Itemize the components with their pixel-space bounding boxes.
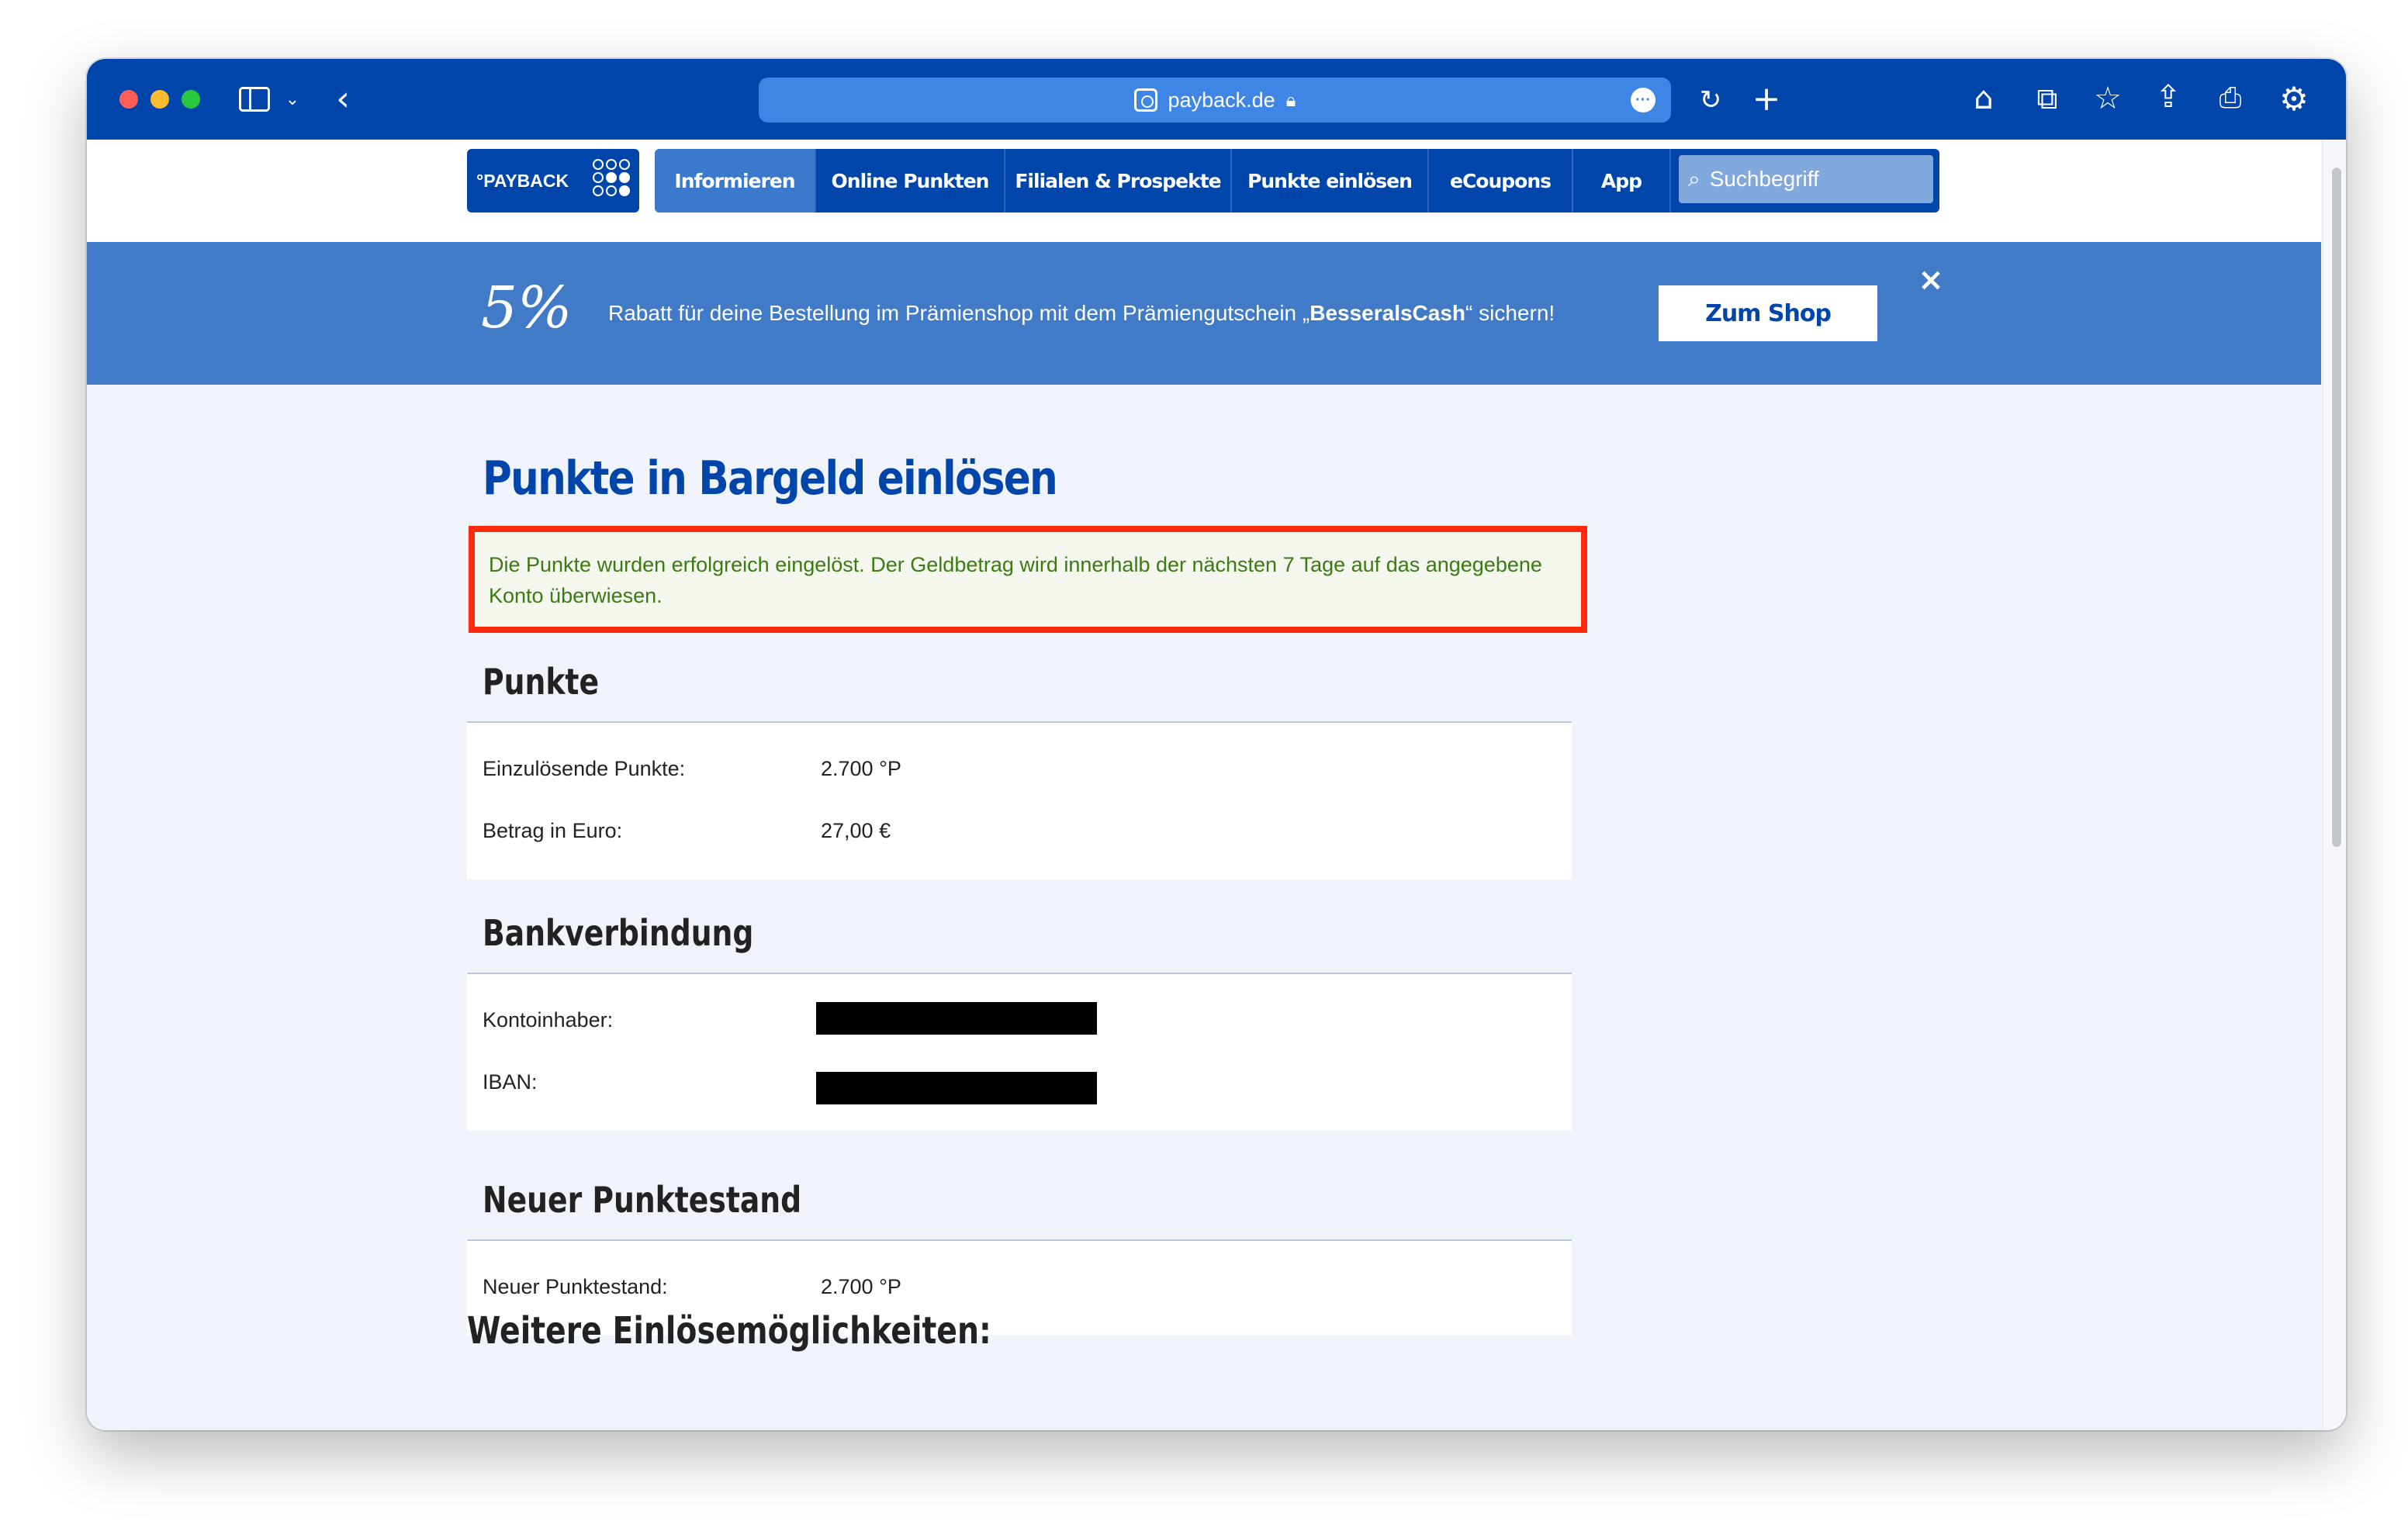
address-bar[interactable]: payback.de 🔒︎ ··· <box>759 78 1671 123</box>
search-icon: ⌕ <box>1688 166 1700 192</box>
search-placeholder: Suchbegriff <box>1709 167 1819 191</box>
lock-icon: 🔒︎ <box>1285 89 1296 111</box>
row-label-account-holder: Kontoinhaber: <box>483 1008 614 1032</box>
scroll-thumb[interactable] <box>2332 168 2341 847</box>
home-icon[interactable]: ⌂ <box>1963 76 2005 121</box>
logo-dots-icon <box>593 159 630 196</box>
payback-logo[interactable]: °PAYBACK <box>467 149 639 213</box>
row-label-amount: Betrag in Euro: <box>483 819 623 842</box>
logo-text: °PAYBACK <box>476 170 569 191</box>
nav-item-informieren[interactable]: Informieren <box>655 149 816 213</box>
row-label-points: Einzulösende Punkte: <box>483 757 686 780</box>
share-icon[interactable]: ⇪ <box>2147 74 2189 119</box>
gear-icon[interactable]: ⚙ <box>2271 76 2316 121</box>
row-value-amount: 27,00 € <box>821 819 891 842</box>
minimize-window-button[interactable] <box>150 90 169 109</box>
zoom-window-button[interactable] <box>182 90 200 109</box>
url-text: payback.de <box>1168 88 1275 112</box>
points-card: Einzulösende Punkte: 2.700 °P Betrag in … <box>467 721 1572 880</box>
search-input[interactable]: ⌕ Suchbegriff <box>1679 155 1933 203</box>
zum-shop-button[interactable]: Zum Shop <box>1659 285 1877 341</box>
nav-item-punkte-einloesen[interactable]: Punkte einlösen <box>1232 149 1429 213</box>
main-navigation: Informieren Online Punkten Filialen & Pr… <box>655 149 1939 213</box>
nav-item-app[interactable]: App <box>1573 149 1671 213</box>
redacted-account-holder <box>816 1002 1097 1035</box>
promo-percent: 5% <box>481 275 573 341</box>
nav-item-ecoupons[interactable]: eCoupons <box>1429 149 1573 213</box>
back-icon[interactable]: ‹ <box>327 79 358 119</box>
more-icon[interactable]: ··· <box>1631 88 1656 112</box>
close-window-button[interactable] <box>119 90 138 109</box>
vertical-scrollbar[interactable] <box>2323 140 2346 1430</box>
promo-code: BesseralsCash <box>1310 301 1466 325</box>
plus-icon[interactable]: + <box>1747 78 1786 119</box>
row-label-new-balance: Neuer Punktestand: <box>483 1275 668 1298</box>
sidebar-icon[interactable] <box>239 87 270 112</box>
promo-text: Rabatt für deine Bestellung im Prämiensh… <box>608 301 1555 325</box>
close-icon[interactable]: × <box>1915 262 1947 298</box>
chevron-down-icon[interactable]: ⌄ <box>281 84 304 115</box>
browser-window: ⌄ ‹ payback.de 🔒︎ ··· ↻ + ⌂ ⧉ ☆ ⇪ ⎙ ⚙ °P… <box>87 59 2346 1430</box>
more-options-title: Weitere Einlösemöglichkeiten: <box>467 1309 991 1353</box>
section-title-bank: Bankverbindung <box>483 912 754 954</box>
site-icon <box>1133 88 1157 112</box>
success-message: Die Punkte wurden erfolgreich eingelöst.… <box>469 526 1587 633</box>
redacted-iban <box>816 1072 1097 1104</box>
nav-item-online-punkten[interactable]: Online Punkten <box>816 149 1005 213</box>
web-page: °PAYBACK Informieren Online Punkten Fili… <box>87 140 2346 1430</box>
nav-item-filialen-prospekte[interactable]: Filialen & Prospekte <box>1005 149 1232 213</box>
section-title-punkte: Punkte <box>483 661 600 703</box>
bank-card: Kontoinhaber: IBAN: <box>467 973 1572 1131</box>
row-value-new-balance: 2.700 °P <box>821 1275 901 1298</box>
promo-banner: 5% Rabatt für deine Bestellung im Prämie… <box>87 242 2321 385</box>
star-icon[interactable]: ☆ <box>2087 76 2129 121</box>
page-title: Punkte in Bargeld einlösen <box>483 451 1058 506</box>
print-icon[interactable]: ⎙ <box>2208 76 2253 121</box>
row-value-points: 2.700 °P <box>821 757 901 780</box>
row-label-iban: IBAN: <box>483 1070 538 1094</box>
browser-toolbar: ⌄ ‹ payback.de 🔒︎ ··· ↻ + ⌂ ⧉ ☆ ⇪ ⎙ ⚙ <box>87 59 2346 140</box>
section-title-new-balance: Neuer Punktestand <box>483 1179 802 1221</box>
tabs-icon[interactable]: ⧉ <box>2026 76 2068 121</box>
site-header: °PAYBACK Informieren Online Punkten Fili… <box>87 140 2321 242</box>
reload-icon[interactable]: ↻ <box>1693 79 1728 121</box>
